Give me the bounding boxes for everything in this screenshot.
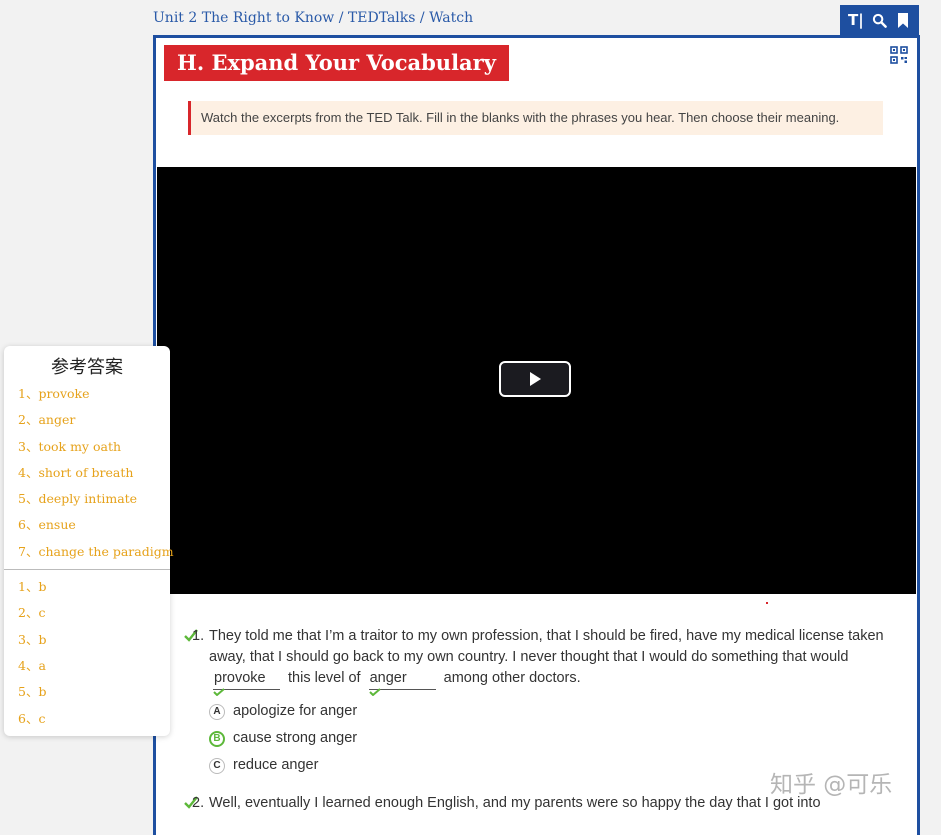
toolbar: T| [840,5,919,35]
answer-item: 6、ensue [18,517,76,533]
section-title: H. Expand Your Vocabulary [164,45,509,81]
answer-item: 5、b [18,684,47,700]
option-a[interactable]: A apologize for anger [209,698,884,725]
option-text: apologize for anger [233,703,358,719]
option-letter: B [209,730,225,747]
decorative-dot [766,602,768,604]
option-letter: A [209,703,225,720]
divider [4,569,170,571]
breadcrumb-unit[interactable]: Unit 2 The Right to Know [153,10,334,26]
question-text-part: this level of [288,670,361,686]
question-text-part: among other doctors. [443,670,581,686]
answer-item: 5、deeply intimate [18,491,138,507]
answer-item: 1、b [18,579,47,595]
breadcrumb: Unit 2 The Right to Know / TEDTalks / Wa… [153,10,473,26]
check-icon [213,688,225,696]
font-size-button[interactable]: T| [846,10,866,30]
question-number: 2. [192,795,205,811]
answer-item: 4、short of breath [18,464,134,480]
option-text: cause strong anger [233,730,358,746]
answer-item: 1、provoke [18,386,90,401]
play-button[interactable] [499,361,571,397]
check-icon [368,688,381,696]
answer-key-title: 参考答案 [51,357,123,378]
question-text-part: They told me that I’m a traitor to my ow… [209,628,884,665]
breadcrumb-separator: / [415,10,430,26]
blank-value: provoke [214,670,266,686]
blank-input-2[interactable]: anger [368,668,436,696]
question-1: 1. They told me that I’m a traitor to my… [184,626,884,779]
watermark: 知乎 @可乐 [770,772,893,798]
cropped-header-text [153,0,453,6]
breadcrumb-page[interactable]: Watch [429,10,473,26]
instruction-text: Watch the excerpts from the TED Talk. Fi… [188,101,883,135]
answer-item: 3、b [18,631,47,647]
answer-item: 7、change the paradigm [18,543,174,559]
answer-item: 3、took my oath [18,438,122,454]
option-text: reduce anger [233,757,319,773]
play-icon [530,372,541,386]
option-b[interactable]: B cause strong anger [209,725,884,752]
qr-code-icon[interactable] [890,46,908,64]
answer-item: 6、c [18,710,46,726]
video-player[interactable] [157,167,916,594]
search-icon[interactable] [869,10,889,30]
answer-item: 2、anger [18,412,76,428]
breadcrumb-section[interactable]: TEDTalks [348,10,416,26]
question-text: They told me that I’m a traitor to my ow… [209,626,884,696]
blank-value: anger [369,670,407,686]
answer-item: 4、a [18,657,46,673]
breadcrumb-separator: / [334,10,348,26]
exercise-frame: H. Expand Your Vocabulary Watch the exce… [153,35,920,835]
option-letter: C [209,757,225,774]
answer-item: 2、c [18,605,46,621]
bookmark-icon[interactable] [893,10,913,30]
blank-input-1[interactable]: provoke [213,668,280,696]
question-number: 1. [192,628,205,644]
answer-key-panel: 参考答案 1、provoke 2、anger 3、took my oath 4、… [4,346,174,736]
